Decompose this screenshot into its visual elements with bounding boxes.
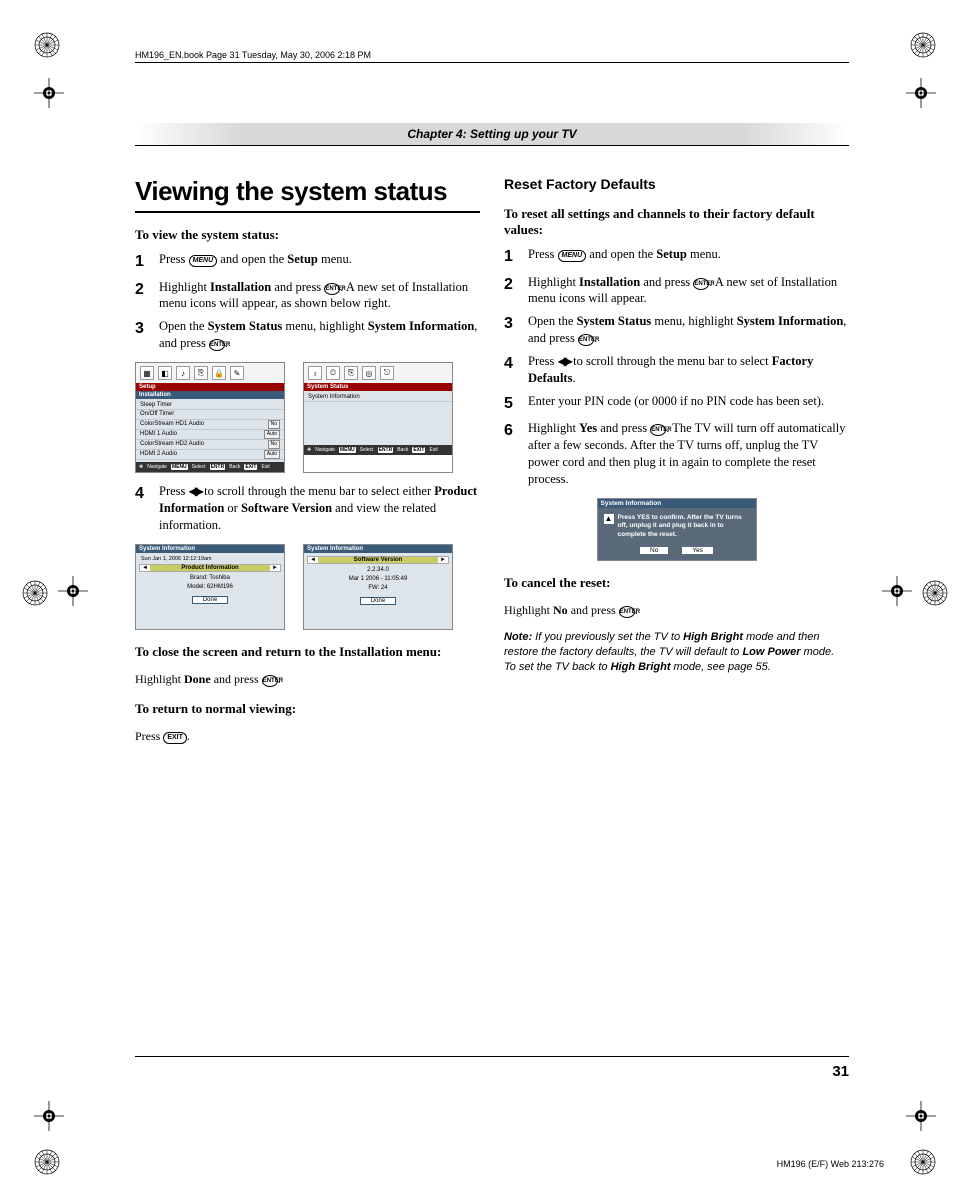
lead-text: To close the screen and return to the In… <box>135 644 480 660</box>
left-column: Viewing the system status To view the sy… <box>135 176 480 756</box>
osd-done-button: Done <box>192 596 228 604</box>
right-column: Reset Factory Defaults To reset all sett… <box>504 176 849 756</box>
osd-info-line: Model: 62HM196 <box>139 583 281 592</box>
enter-key-icon: ENTER <box>262 675 278 687</box>
osd-system-status-figure: ♁ ⏲ ⎘ ◎ ⎋ System Status System Information ✥… <box>303 362 453 473</box>
lead-text: To view the system status: <box>135 227 480 243</box>
osd-iconbar: ▦ ◧ ♪ ⎘ 🔒 ✎ <box>136 363 284 383</box>
right-arrow-icon: ► <box>272 565 278 571</box>
osd-title: Setup <box>136 383 284 391</box>
osd-tab-icon: 🔒 <box>212 366 226 380</box>
osd-confirm-figure: System Information ▲ Press YES to confir… <box>597 498 757 561</box>
osd-no-button: No <box>640 547 668 554</box>
osd-tab-bar: ◄Product Information► <box>139 564 281 572</box>
osd-iconbar: ♁ ⏲ ⎘ ◎ ⎋ <box>304 363 452 383</box>
exit-key-icon: EXIT <box>163 732 187 744</box>
left-arrow-icon: ◄ <box>142 565 148 571</box>
osd-info-line: 2.2.34.0 <box>307 566 449 575</box>
enter-key-icon: ENTER <box>578 334 594 346</box>
osd-product-info-figure: System Information Sun Jan 1, 2006 12:12… <box>135 544 285 630</box>
step-text: Highlight Installation and press ENTER. … <box>159 279 480 313</box>
footer-code: HM196 (E/F) Web 213:276 <box>777 1159 884 1169</box>
note-text: Note: If you previously set the TV to Hi… <box>504 630 849 675</box>
steps-list: Press ◀▶ to scroll through the menu bar … <box>135 483 480 534</box>
osd-info-line: FW: 24 <box>307 584 449 593</box>
osd-tab-icon: ◎ <box>362 366 376 380</box>
steps-list: Press MENU and open the Setup menu. High… <box>135 251 480 352</box>
osd-setup-figure: ▦ ◧ ♪ ⎘ 🔒 ✎ Setup Installation Sleep TimerOn/… <box>135 362 285 473</box>
enter-key-icon: ENTER <box>619 606 635 618</box>
osd-tab-bar: ◄Software Version► <box>307 556 449 564</box>
osd-message: Press YES to confirm. After the TV turns… <box>618 514 750 539</box>
warning-icon: ▲ <box>604 514 614 524</box>
page-number: 31 <box>135 1056 849 1080</box>
lead-text: To return to normal viewing: <box>135 701 480 717</box>
osd-info-line: Brand: Toshiba <box>139 574 281 583</box>
osd-title: System Information <box>136 545 284 553</box>
step-text: Open the System Status menu, highlight S… <box>528 313 849 347</box>
steps-list: Press MENU and open the Setup menu. High… <box>504 246 849 488</box>
lead-text: To cancel the reset: <box>504 575 849 591</box>
menu-key-icon: MENU <box>558 250 587 262</box>
body-text: Highlight Done and press ENTER. <box>135 672 480 687</box>
running-header: HM196_EN.book Page 31 Tuesday, May 30, 2… <box>135 50 849 63</box>
osd-tab-icon: ⎋ <box>380 366 394 380</box>
osd-tab-icon: ◧ <box>158 366 172 380</box>
osd-tab-icon: ✎ <box>230 366 244 380</box>
osd-row: System Information <box>304 393 452 402</box>
osd-row: ColorStream HD2 AudioNo <box>136 440 284 450</box>
step-text: Open the System Status menu, highlight S… <box>159 318 480 352</box>
osd-row: On/Off Timer <box>136 410 284 419</box>
enter-key-icon: ENTER <box>209 339 225 351</box>
osd-title: System Information <box>304 545 452 553</box>
right-arrow-icon: ► <box>440 557 446 563</box>
osd-tab-icon: ♪ <box>176 366 190 380</box>
menu-key-icon: MENU <box>189 255 218 267</box>
body-text: Highlight No and press ENTER. <box>504 603 849 618</box>
osd-tab-icon: ⏲ <box>326 366 340 380</box>
enter-key-icon: ENTER <box>324 283 340 295</box>
osd-title: System Information <box>598 499 756 508</box>
left-right-arrow-icon: ◀▶ <box>558 354 570 368</box>
osd-row: HDMI 2 AudioAuto <box>136 450 284 460</box>
osd-tab-icon: ♁ <box>308 366 322 380</box>
step-text: Press ◀▶ to scroll through the menu bar … <box>528 353 849 387</box>
osd-date: Sun Jan 1, 2006 12:12:19am <box>139 556 281 564</box>
osd-tab-icon: ▦ <box>140 366 154 380</box>
enter-key-icon: ENTER <box>650 424 666 436</box>
osd-software-version-figure: System Information ◄Software Version► 2.… <box>303 544 453 630</box>
osd-tab-icon: ⎘ <box>344 366 358 380</box>
left-right-arrow-icon: ◀▶ <box>189 484 201 498</box>
osd-subtitle: Installation <box>136 391 284 399</box>
osd-yes-button: Yes <box>682 547 713 554</box>
step-text: Highlight Yes and press ENTER. The TV wi… <box>528 420 849 488</box>
step-text: Enter your PIN code (or 0000 if no PIN c… <box>528 393 849 410</box>
step-text: Press ◀▶ to scroll through the menu bar … <box>159 483 480 534</box>
chapter-title: Chapter 4: Setting up your TV <box>135 123 849 146</box>
osd-title: System Status <box>304 383 452 391</box>
osd-tab-icon: ⎘ <box>194 366 208 380</box>
body-text: Press EXIT. <box>135 729 480 744</box>
osd-row: HDMI 1 AudioAuto <box>136 430 284 440</box>
step-text: Press MENU and open the Setup menu. <box>159 251 480 268</box>
osd-row: Sleep Timer <box>136 401 284 410</box>
subsection-heading: Reset Factory Defaults <box>504 176 849 192</box>
enter-key-icon: ENTER <box>693 278 709 290</box>
osd-footer: ✥Navigate MENUSelect ENTRBack EXITExit <box>136 462 284 472</box>
osd-footer: ✥Navigate MENUSelect ENTRBack EXITExit <box>304 445 452 455</box>
lead-text: To reset all settings and channels to th… <box>504 206 849 238</box>
osd-row: ColorStream HD1 AudioNo <box>136 420 284 430</box>
section-heading: Viewing the system status <box>135 176 480 213</box>
step-text: Press MENU and open the Setup menu. <box>528 246 849 263</box>
left-arrow-icon: ◄ <box>310 557 316 563</box>
step-text: Highlight Installation and press ENTER. … <box>528 274 849 308</box>
osd-info-line: Mar 1 2006 - 11:05:49 <box>307 575 449 584</box>
osd-done-button: Done <box>360 597 396 605</box>
